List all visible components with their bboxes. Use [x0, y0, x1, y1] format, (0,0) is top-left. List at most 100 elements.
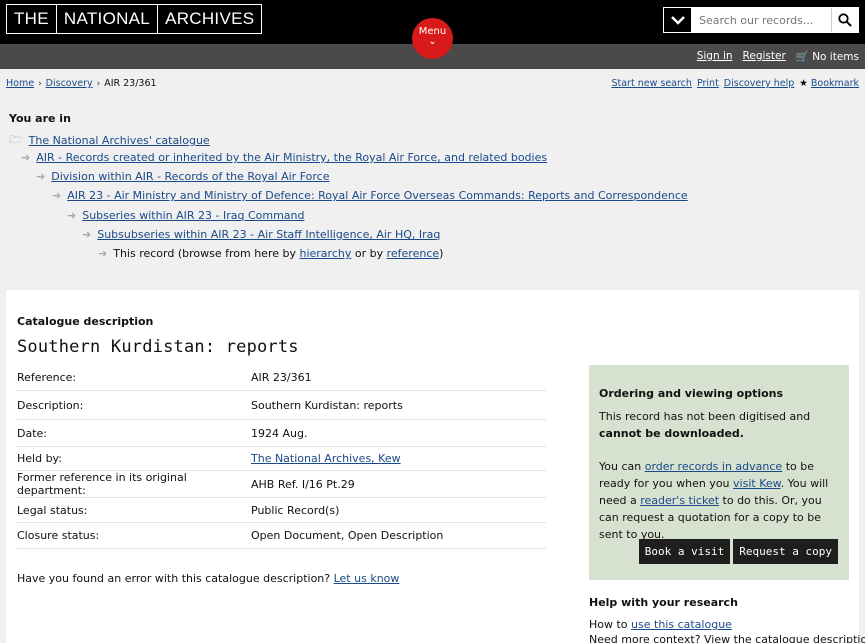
hierarchy-this-record: ➜ This record (browse from here by hiera… [98, 247, 443, 260]
detail-label: Description: [17, 398, 84, 412]
use-catalogue-link[interactable]: use this catalogue [631, 618, 732, 631]
hierarchy-link[interactable]: AIR 23 - Air Ministry and Ministry of De… [67, 189, 687, 202]
error-prompt: Have you found an error with this catalo… [17, 572, 331, 585]
hierarchy-link[interactable]: Subseries within AIR 23 - Iraq Command [82, 209, 304, 222]
hierarchy-link[interactable]: Subsubseries within AIR 23 - Air Staff I… [97, 228, 440, 241]
bookmark-label: Bookmark [810, 78, 859, 89]
search-box [663, 7, 859, 33]
ordering-instructions: You can order records in advance to be r… [599, 458, 839, 543]
basket-label: No items [812, 51, 859, 63]
print-link[interactable]: Print [697, 78, 719, 89]
arrow-right-icon: ➜ [21, 151, 31, 164]
detail-label: Former reference in its original departm… [17, 471, 187, 497]
search-icon [838, 13, 852, 27]
discovery-help-link[interactable]: Discovery help [724, 78, 795, 89]
hierarchy-level-0: 🗁 The National Archives' catalogue [9, 131, 210, 150]
hierarchy-level-2: ➜ Division within AIR - Records of the R… [36, 170, 329, 183]
detail-value: Southern Kurdistan: reports [251, 398, 403, 412]
star-icon: ★ [799, 78, 808, 89]
record-details: Reference: AIR 23/361 Description: South… [17, 365, 546, 549]
menu-button[interactable]: Menu ⌄ [412, 18, 453, 59]
breadcrumb: Home › Discovery › AIR 23/361 [6, 78, 157, 89]
availability-text: This record has not been digitised and c… [599, 408, 839, 442]
bookmark-link[interactable]: ★ Bookmark [799, 78, 859, 89]
page-tools: Start new search Print Discovery help ★ … [611, 78, 859, 89]
hierarchy-link[interactable]: AIR - Records created or inherited by th… [36, 151, 547, 164]
detail-value: AHB Ref. I/16 Pt.29 [251, 477, 355, 491]
browse-hierarchy-link[interactable]: hierarchy [299, 247, 351, 260]
detail-row: Held by: The National Archives, Kew [17, 447, 546, 471]
order-in-advance-link[interactable]: order records in advance [645, 460, 782, 473]
availability-status: This record has not been digitised and [599, 410, 811, 423]
this-record-text: This record (browse from here by [113, 247, 296, 260]
hierarchy-tree: You are in [9, 112, 859, 131]
detail-value: AIR 23/361 [251, 371, 312, 384]
close-paren: ) [439, 247, 444, 260]
arrow-right-icon: ➜ [67, 209, 77, 222]
record-panel: Catalogue description Southern Kurdistan… [6, 290, 865, 643]
detail-row: Reference: AIR 23/361 [17, 365, 546, 391]
basket-link[interactable]: 🛒 No items [796, 50, 859, 63]
arrow-right-icon: ➜ [52, 189, 62, 202]
help-heading: Help with your research [589, 596, 738, 609]
chevron-down-icon: ⌄ [428, 37, 437, 47]
hierarchy-level-4: ➜ Subseries within AIR 23 - Iraq Command [67, 209, 304, 222]
ordering-heading: Ordering and viewing options [599, 387, 784, 400]
help-more-context: Need more context? View the catalogue de… [589, 633, 865, 643]
arrow-right-icon: ➜ [36, 170, 46, 183]
menu-label: Menu [418, 26, 447, 37]
browse-reference-link[interactable]: reference [387, 247, 440, 260]
tna-logo[interactable]: THE NATIONAL ARCHIVES [6, 4, 263, 34]
breadcrumb-discovery[interactable]: Discovery [46, 78, 93, 89]
book-visit-button[interactable]: Book a visit [638, 539, 731, 564]
detail-value: Open Document, Open Description [251, 529, 444, 542]
breadcrumb-current: AIR 23/361 [104, 78, 157, 89]
logo-word-1: THE [6, 4, 57, 34]
start-new-search-link[interactable]: Start new search [611, 78, 691, 89]
detail-value: Public Record(s) [251, 503, 340, 517]
hierarchy-level-3: ➜ AIR 23 - Air Ministry and Ministry of … [52, 189, 688, 202]
detail-label: Held by: [17, 452, 62, 465]
detail-label: Legal status: [17, 503, 88, 517]
ordering-text: You can [599, 460, 642, 473]
detail-label: Date: [17, 426, 47, 440]
report-error: Have you found an error with this catalo… [17, 572, 399, 585]
readers-ticket-link[interactable]: reader's ticket [640, 494, 719, 507]
chevron-down-icon [670, 16, 685, 25]
arrow-right-icon: ➜ [82, 228, 92, 241]
visit-kew-link[interactable]: visit Kew [733, 477, 781, 490]
detail-row: Former reference in its original departm… [17, 471, 546, 498]
ordering-options: Ordering and viewing options This record… [589, 365, 849, 580]
hierarchy-link[interactable]: Division within AIR - Records of the Roy… [51, 170, 329, 183]
hierarchy-link[interactable]: The National Archives' catalogue [29, 134, 210, 147]
detail-value: 1924 Aug. [251, 426, 308, 440]
page-title: Southern Kurdistan: reports [17, 337, 299, 357]
held-by-link[interactable]: The National Archives, Kew [251, 452, 401, 465]
help-how-to: How to use this catalogue [589, 617, 859, 632]
hierarchy-level-5: ➜ Subsubseries within AIR 23 - Air Staff… [82, 228, 440, 241]
research-help: Help with your research How to use this … [589, 596, 865, 643]
ordering-actions: Book a visit Request a copy [638, 539, 838, 564]
detail-row: Legal status: Public Record(s) [17, 498, 546, 523]
chevron-right-icon: › [96, 78, 101, 89]
hierarchy-level-1: ➜ AIR - Records created or inherited by … [21, 151, 547, 164]
chevron-right-icon: › [38, 78, 42, 89]
breadcrumb-home[interactable]: Home [6, 78, 34, 89]
request-copy-button[interactable]: Request a copy [733, 539, 838, 564]
register-link[interactable]: Register [743, 50, 786, 63]
folder-icon: 🗁 [9, 133, 23, 146]
search-button[interactable] [831, 8, 858, 32]
logo-word-3: ARCHIVES [158, 4, 263, 34]
arrow-right-icon: ➜ [98, 247, 108, 260]
hierarchy-heading: You are in [9, 112, 71, 125]
detail-row: Date: 1924 Aug. [17, 420, 546, 447]
sign-in-link[interactable]: Sign in [697, 50, 733, 63]
help-text: How to [589, 618, 628, 631]
availability-status-bold: cannot be downloaded. [599, 427, 744, 440]
search-input[interactable] [691, 8, 831, 32]
search-scope-dropdown[interactable] [664, 8, 691, 32]
cart-icon: 🛒 [795, 51, 809, 63]
let-us-know-link[interactable]: Let us know [334, 572, 400, 585]
detail-label: Closure status: [17, 529, 100, 542]
detail-row: Description: Southern Kurdistan: reports [17, 391, 546, 420]
